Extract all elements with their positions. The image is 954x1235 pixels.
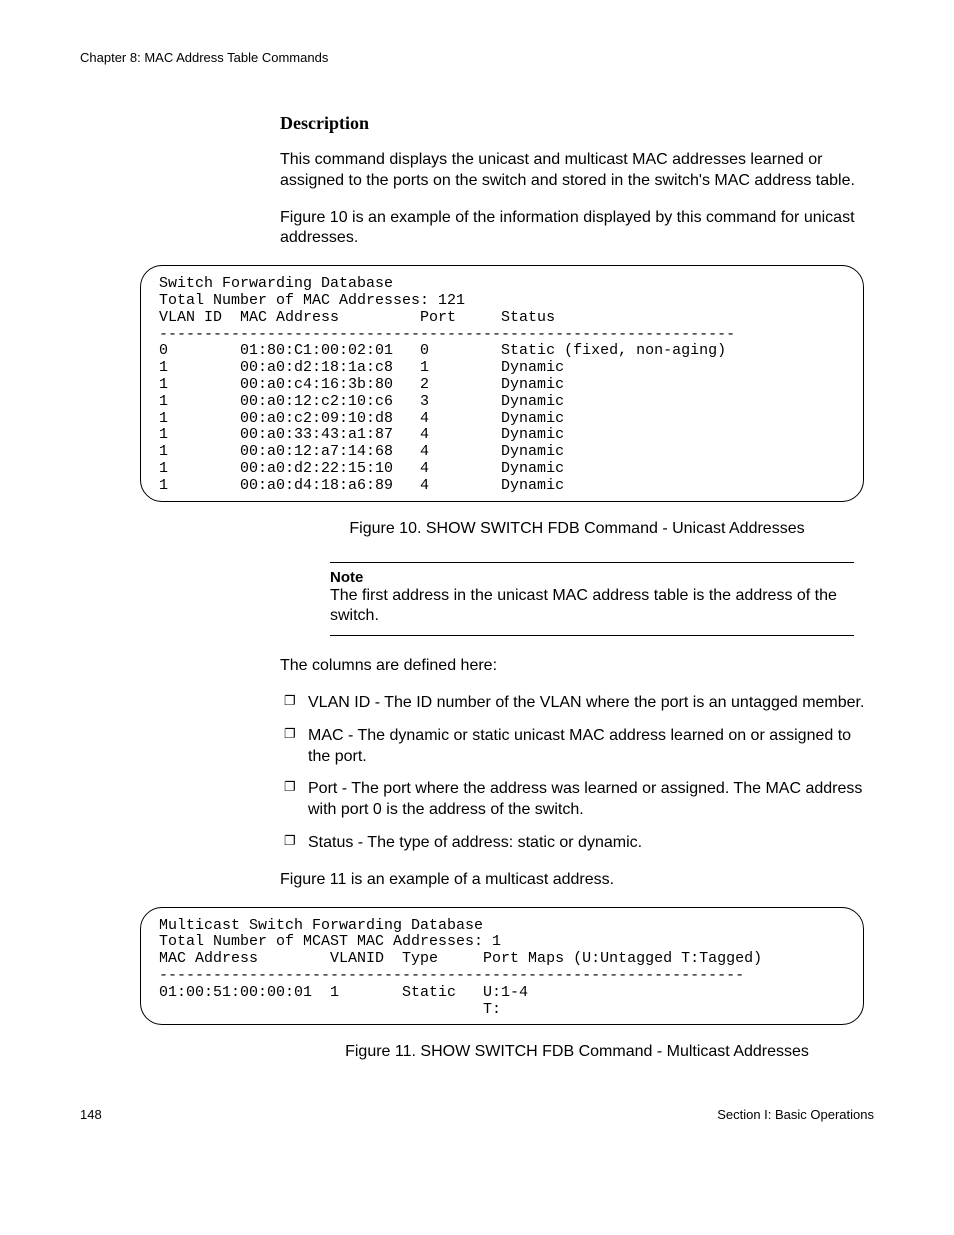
list-item: Port - The port where the address was le…	[308, 779, 874, 821]
note-label: Note	[330, 569, 854, 586]
fig10-title: Switch Forwarding Database	[159, 275, 393, 292]
fig11-total: Total Number of MCAST MAC Addresses: 1	[159, 933, 501, 950]
figure-11-caption: Figure 11. SHOW SWITCH FDB Command - Mul…	[280, 1043, 874, 1061]
fig10-row: 1 00:a0:12:c2:10:c6 3 Dynamic	[159, 393, 564, 410]
fig10-row: 1 00:a0:c2:09:10:d8 4 Dynamic	[159, 410, 564, 427]
main-content: Description This command displays the un…	[280, 113, 874, 249]
figure-10-block: Switch Forwarding Database Total Number …	[140, 265, 864, 501]
para-figure11-intro: Figure 11 is an example of a multicast a…	[280, 870, 874, 891]
fig10-row: 1 00:a0:12:a7:14:68 4 Dynamic	[159, 443, 564, 460]
note-box: Note The first address in the unicast MA…	[330, 562, 854, 637]
fig11-row: T:	[159, 1001, 501, 1018]
page: Chapter 8: MAC Address Table Commands De…	[0, 0, 954, 1152]
section-heading-description: Description	[280, 113, 874, 134]
list-item: VLAN ID - The ID number of the VLAN wher…	[308, 693, 874, 714]
fig11-row: 01:00:51:00:00:01 1 Static U:1-4	[159, 984, 528, 1001]
columns-intro: The columns are defined here:	[280, 656, 874, 677]
chapter-header: Chapter 8: MAC Address Table Commands	[80, 50, 874, 65]
figure-11-caption-wrap: Figure 11. SHOW SWITCH FDB Command - Mul…	[280, 1043, 874, 1061]
columns-definition: The columns are defined here: VLAN ID - …	[280, 656, 874, 890]
column-definition-list: VLAN ID - The ID number of the VLAN wher…	[280, 693, 874, 854]
fig10-row: 1 00:a0:d2:18:1a:c8 1 Dynamic	[159, 359, 564, 376]
list-item: Status - The type of address: static or …	[308, 833, 874, 854]
para-command-description: This command displays the unicast and mu…	[280, 150, 874, 192]
footer-page-number: 148	[80, 1107, 102, 1122]
fig11-header: MAC Address VLANID Type Port Maps (U:Unt…	[159, 950, 762, 967]
figure-10-frame: Switch Forwarding Database Total Number …	[140, 265, 864, 501]
fig10-header: VLAN ID MAC Address Port Status	[159, 309, 555, 326]
list-item: MAC - The dynamic or static unicast MAC …	[308, 726, 874, 768]
fig10-row: 0 01:80:C1:00:02:01 0 Static (fixed, non…	[159, 342, 726, 359]
fig10-row: 1 00:a0:33:43:a1:87 4 Dynamic	[159, 426, 564, 443]
fig11-title: Multicast Switch Forwarding Database	[159, 917, 483, 934]
fig11-divider: ----------------------------------------…	[159, 967, 744, 984]
figure-10-caption: Figure 10. SHOW SWITCH FDB Command - Uni…	[280, 520, 874, 538]
figure-11-frame: Multicast Switch Forwarding Database Tot…	[140, 907, 864, 1026]
note-body: The first address in the unicast MAC add…	[330, 586, 854, 628]
fig10-row: 1 00:a0:c4:16:3b:80 2 Dynamic	[159, 376, 564, 393]
fig10-divider: ----------------------------------------…	[159, 326, 735, 343]
fig10-total: Total Number of MAC Addresses: 121	[159, 292, 465, 309]
figure-10-caption-wrap: Figure 10. SHOW SWITCH FDB Command - Uni…	[280, 520, 874, 538]
fig10-row: 1 00:a0:d4:18:a6:89 4 Dynamic	[159, 477, 564, 494]
fig10-row: 1 00:a0:d2:22:15:10 4 Dynamic	[159, 460, 564, 477]
note-section: Note The first address in the unicast MA…	[330, 562, 854, 637]
page-footer: 148 Section I: Basic Operations	[80, 1107, 874, 1122]
footer-section-label: Section I: Basic Operations	[717, 1107, 874, 1122]
para-figure10-intro: Figure 10 is an example of the informati…	[280, 208, 874, 250]
figure-11-block: Multicast Switch Forwarding Database Tot…	[140, 907, 864, 1026]
